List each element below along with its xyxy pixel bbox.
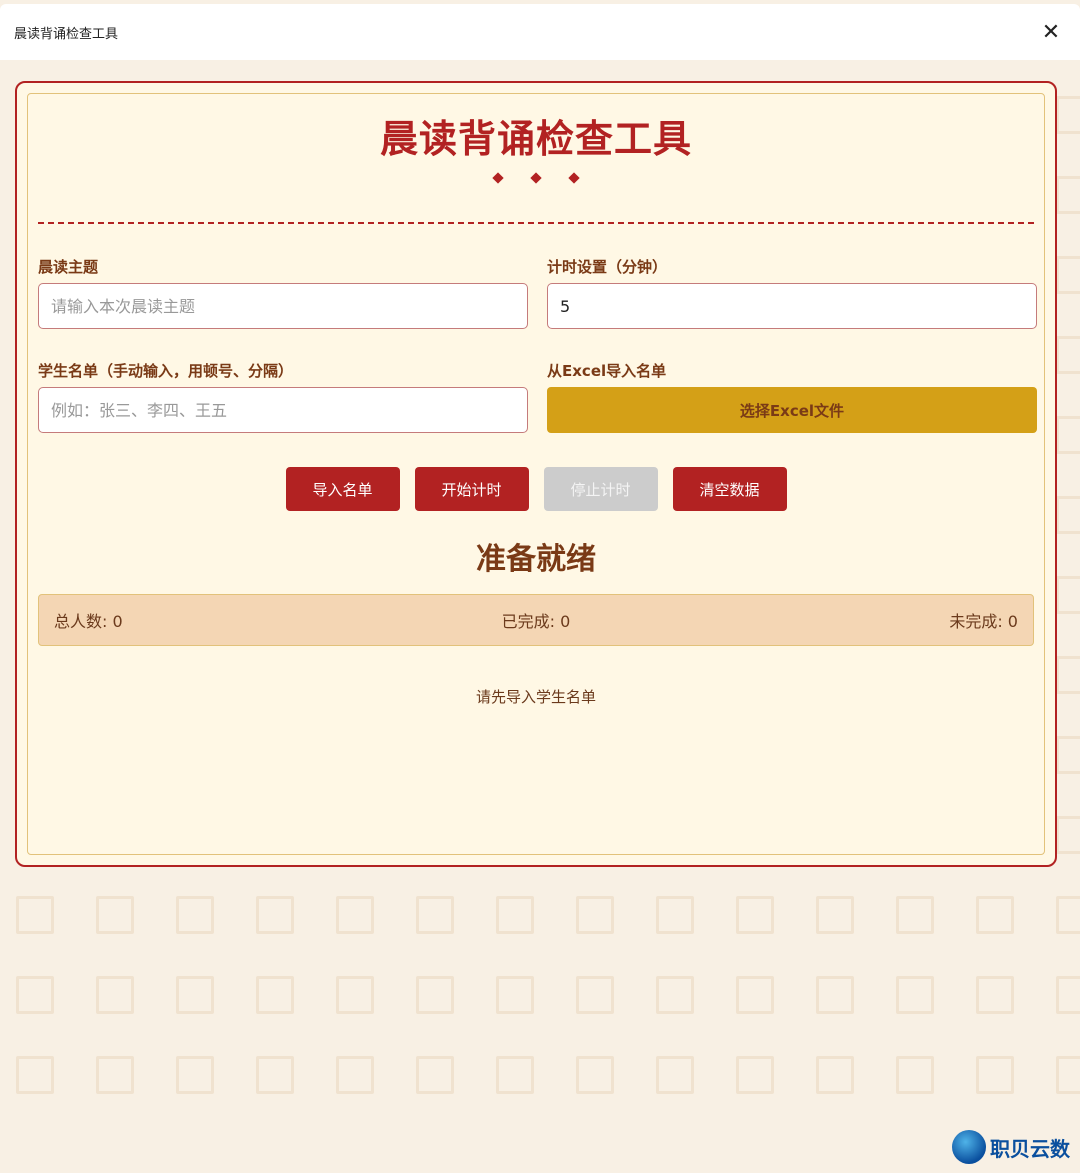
pattern-square	[576, 976, 614, 1014]
pattern-square	[1056, 736, 1080, 774]
pattern-square	[736, 1056, 774, 1094]
diamond-icon	[492, 172, 504, 184]
pattern-square	[336, 896, 374, 934]
pattern-square	[176, 976, 214, 1014]
topic-input[interactable]	[38, 283, 528, 329]
pattern-square	[816, 976, 854, 1014]
pattern-square	[336, 976, 374, 1014]
pattern-square	[1056, 576, 1080, 614]
pattern-square	[1056, 416, 1080, 454]
pattern-square	[896, 896, 934, 934]
pattern-square	[1056, 256, 1080, 294]
status-text: 准备就绪	[476, 542, 596, 577]
pattern-square	[1056, 896, 1080, 934]
pattern-square	[416, 976, 454, 1014]
pattern-square	[736, 896, 774, 934]
pattern-square	[1056, 176, 1080, 214]
pattern-square	[656, 976, 694, 1014]
app-title: 晨读背诵检查工具	[379, 117, 692, 161]
pattern-square	[1056, 496, 1080, 534]
undone-count: 未完成: 0	[949, 612, 1018, 631]
pattern-square	[256, 896, 294, 934]
pattern-square	[256, 1056, 294, 1094]
pattern-square	[496, 976, 534, 1014]
excel-label: 从Excel导入名单	[547, 362, 667, 380]
pattern-square	[1056, 976, 1080, 1014]
watermark-text: 职贝云数	[990, 1136, 1070, 1161]
select-excel-button[interactable]: 选择Excel文件	[547, 387, 1037, 433]
pattern-square	[656, 1056, 694, 1094]
empty-hint: 请先导入学生名单	[475, 688, 596, 706]
done-count: 已完成: 0	[501, 612, 571, 631]
decorative-diamonds	[28, 172, 1044, 184]
start-timer-button[interactable]: 开始计时	[414, 467, 529, 511]
students-input[interactable]	[38, 387, 528, 433]
pattern-square	[1056, 1056, 1080, 1094]
pattern-square	[976, 1056, 1014, 1094]
main-card: 晨读背诵检查工具 晨读主题 计时设置（分钟） 学生名单（手动输入，用顿号、分隔）…	[15, 81, 1057, 867]
pattern-square	[16, 1056, 54, 1094]
pattern-square	[736, 976, 774, 1014]
stop-timer-button[interactable]: 停止计时	[543, 467, 658, 511]
pattern-square	[256, 976, 294, 1014]
pattern-square	[416, 896, 454, 934]
diamond-icon	[530, 172, 542, 184]
diamond-icon	[568, 172, 580, 184]
pattern-square	[1056, 656, 1080, 694]
pattern-square	[1056, 96, 1080, 134]
pattern-square	[576, 1056, 614, 1094]
clear-data-button[interactable]: 清空数据	[672, 467, 787, 511]
pattern-square	[96, 976, 134, 1014]
pattern-square	[176, 896, 214, 934]
students-label: 学生名单（手动输入，用顿号、分隔）	[38, 362, 294, 380]
pattern-square	[416, 1056, 454, 1094]
action-buttons: 导入名单 开始计时 停止计时 清空数据	[28, 467, 1044, 511]
close-icon[interactable]: ✕	[1036, 17, 1066, 47]
pattern-square	[336, 1056, 374, 1094]
pattern-square	[576, 896, 614, 934]
timer-label: 计时设置（分钟）	[547, 258, 668, 276]
pattern-square	[896, 976, 934, 1014]
stats-bar: 总人数: 0 已完成: 0 未完成: 0	[38, 594, 1034, 646]
total-count: 总人数: 0	[54, 612, 123, 631]
topic-label: 晨读主题	[38, 258, 99, 276]
pattern-square	[816, 896, 854, 934]
window-titlebar: 晨读背诵检查工具 ✕	[0, 4, 1080, 60]
pattern-square	[1056, 816, 1080, 854]
pattern-square	[96, 896, 134, 934]
pattern-square	[1056, 336, 1080, 374]
watermark: 职贝云数	[952, 1130, 1070, 1164]
brand-logo-icon	[952, 1130, 986, 1164]
pattern-square	[976, 976, 1014, 1014]
main-card-inner: 晨读背诵检查工具 晨读主题 计时设置（分钟） 学生名单（手动输入，用顿号、分隔）…	[27, 93, 1045, 855]
pattern-square	[976, 896, 1014, 934]
timer-input[interactable]	[547, 283, 1037, 329]
pattern-square	[816, 1056, 854, 1094]
pattern-square	[16, 896, 54, 934]
pattern-square	[176, 1056, 214, 1094]
window-title: 晨读背诵检查工具	[14, 26, 119, 42]
pattern-square	[496, 896, 534, 934]
pattern-square	[656, 896, 694, 934]
import-list-button[interactable]: 导入名单	[285, 467, 400, 511]
pattern-square	[96, 1056, 134, 1094]
divider	[38, 222, 1034, 224]
pattern-square	[496, 1056, 534, 1094]
pattern-square	[16, 976, 54, 1014]
pattern-square	[896, 1056, 934, 1094]
